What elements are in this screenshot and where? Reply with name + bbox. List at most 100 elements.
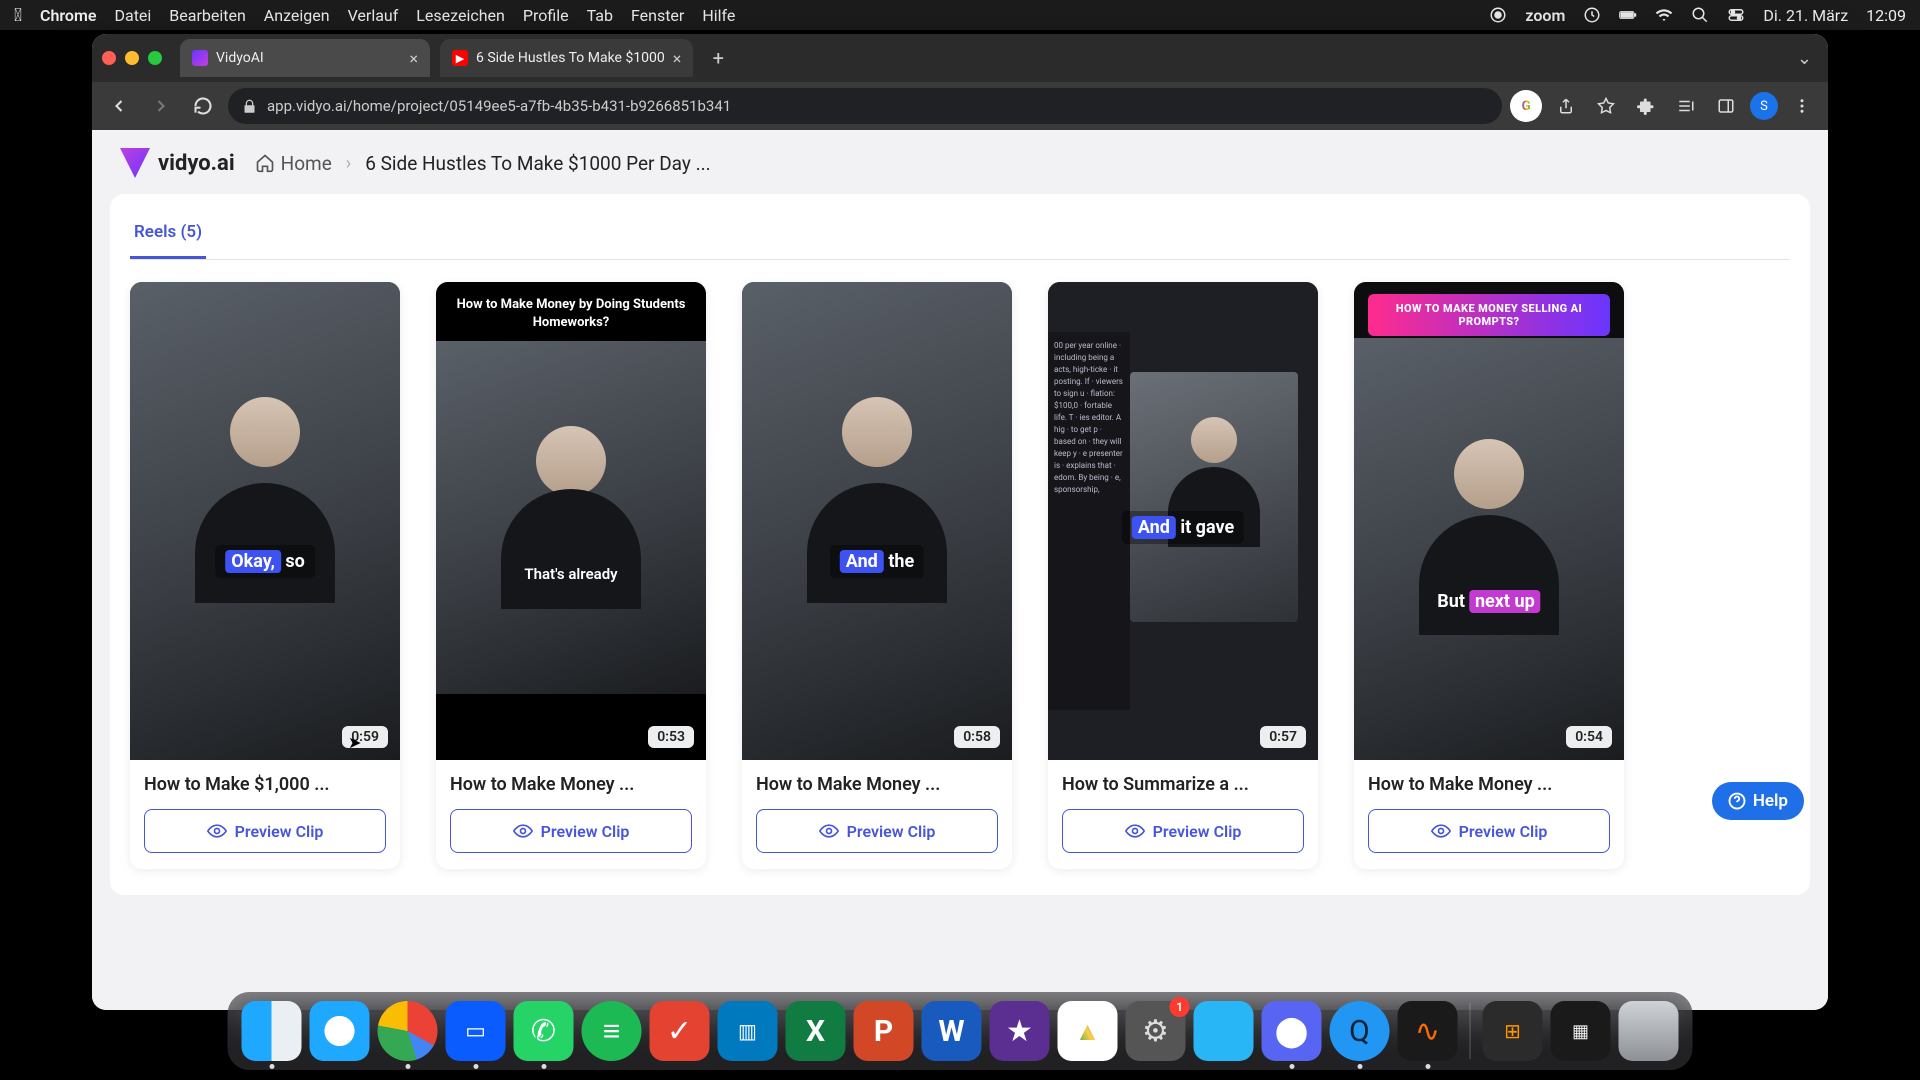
menubar-time[interactable]: 12:09	[1866, 6, 1906, 25]
dock-word[interactable]: W	[922, 1001, 982, 1061]
zoom-status-label[interactable]: zoom	[1525, 6, 1565, 25]
kebab-menu-icon[interactable]	[1786, 90, 1818, 122]
preview-clip-button[interactable]: Preview Clip	[1062, 809, 1304, 853]
menubar-item[interactable]: Tab	[587, 6, 613, 25]
address-bar[interactable]: app.vidyo.ai/home/project/05149ee5-a7fb-…	[228, 88, 1502, 124]
wifi-icon[interactable]	[1655, 6, 1673, 24]
profile-avatar[interactable]: S	[1750, 92, 1778, 120]
new-tab-button[interactable]: +	[703, 43, 733, 73]
caption-overlay: That's already	[514, 560, 627, 588]
app-logo[interactable]: vidyo.ai	[120, 148, 235, 178]
reload-button[interactable]	[186, 89, 220, 123]
reading-list-icon[interactable]	[1670, 90, 1702, 122]
clip-thumbnail[interactable]: HOW TO MAKE MONEY SELLING AI PROMPTS? Bu…	[1354, 282, 1624, 760]
caption-overlay: And it gave	[1122, 511, 1244, 544]
minimize-window-button[interactable]	[125, 51, 139, 65]
preview-clip-button[interactable]: Preview Clip	[144, 809, 386, 853]
menubar-item[interactable]: Verlauf	[348, 6, 399, 25]
help-icon	[1728, 792, 1746, 810]
extensions-icon[interactable]	[1630, 90, 1662, 122]
menubar-item[interactable]: Profile	[523, 6, 569, 25]
battery-icon[interactable]	[1619, 6, 1637, 24]
tab-close-icon[interactable]: ×	[673, 49, 682, 68]
tab-overflow-button[interactable]: ⌄	[1797, 48, 1812, 69]
chevron-right-icon: ›	[346, 153, 351, 174]
preview-label: Preview Clip	[1459, 822, 1548, 841]
menubar-item[interactable]: Hilfe	[702, 6, 735, 25]
google-account-icon[interactable]: G	[1510, 90, 1542, 122]
dock-mission-control[interactable]: ▦	[1551, 1001, 1611, 1061]
clip-title: How to Make Money ...	[1354, 760, 1624, 801]
breadcrumb-home[interactable]: Home	[255, 152, 332, 175]
menubar-date[interactable]: Di. 21. März	[1763, 6, 1848, 25]
browser-window: VidyoAI × ▶ 6 Side Hustles To Make $1000…	[92, 34, 1828, 1010]
dock-spotify[interactable]: ≡	[582, 1001, 642, 1061]
clip-title: How to Make $1,000 ...	[130, 760, 400, 801]
control-center-icon[interactable]	[1727, 6, 1745, 24]
clip-card: How to Make Money by Doing Students Home…	[436, 282, 706, 869]
dock-calculator[interactable]: ⊞	[1483, 1001, 1543, 1061]
dock-app-blue[interactable]	[1194, 1001, 1254, 1061]
tab-reels[interactable]: Reels (5)	[130, 214, 206, 259]
bookmark-icon[interactable]	[1590, 90, 1622, 122]
preview-label: Preview Clip	[235, 822, 324, 841]
panel-tabs: Reels (5)	[130, 214, 1790, 260]
menubar-item[interactable]: Fenster	[631, 6, 684, 25]
preview-clip-button[interactable]: Preview Clip	[1368, 809, 1610, 853]
logo-mark-icon	[120, 148, 150, 178]
help-label: Help	[1753, 791, 1788, 811]
dock-googledrive[interactable]: ▲	[1058, 1001, 1118, 1061]
cards-row: Okay, so 0:59 ➤ How to Make $1,000 ... P…	[130, 282, 1790, 869]
window-controls	[102, 51, 162, 65]
tab-close-icon[interactable]: ×	[409, 49, 418, 68]
dock-todoist[interactable]: ✓	[650, 1001, 710, 1061]
record-icon[interactable]	[1489, 6, 1507, 24]
caption-overlay: Okay, so	[215, 545, 315, 578]
preview-clip-button[interactable]: Preview Clip	[450, 809, 692, 853]
clip-thumbnail[interactable]: 00 per year online · including being a a…	[1048, 282, 1318, 760]
back-button[interactable]	[102, 89, 136, 123]
apple-menu-icon[interactable]: 	[14, 5, 22, 26]
dock-discord[interactable]: ⬤	[1262, 1001, 1322, 1061]
sidepanel-icon[interactable]	[1710, 90, 1742, 122]
dock-quicktime[interactable]: Q	[1330, 1001, 1390, 1061]
clip-card: 00 per year online · including being a a…	[1048, 282, 1318, 869]
dock-whatsapp[interactable]: ✆	[514, 1001, 574, 1061]
preview-clip-button[interactable]: Preview Clip	[756, 809, 998, 853]
dock-trash[interactable]	[1619, 1001, 1679, 1061]
eye-icon	[819, 821, 839, 841]
clip-thumbnail[interactable]: How to Make Money by Doing Students Home…	[436, 282, 706, 760]
forward-button[interactable]	[144, 89, 178, 123]
dock-settings[interactable]: ⚙1	[1126, 1001, 1186, 1061]
menubar-item[interactable]: Lesezeichen	[416, 6, 505, 25]
tab-favicon: ▶	[452, 50, 468, 66]
clip-thumbnail[interactable]: Okay, so 0:59 ➤	[130, 282, 400, 760]
logo-text: vidyo.ai	[158, 151, 235, 176]
dock-trello[interactable]: ▥	[718, 1001, 778, 1061]
close-window-button[interactable]	[102, 51, 116, 65]
clip-thumbnail[interactable]: And the 0:58	[742, 282, 1012, 760]
dock-excel[interactable]: X	[786, 1001, 846, 1061]
preview-label: Preview Clip	[1153, 822, 1242, 841]
search-icon[interactable]	[1691, 6, 1709, 24]
menubar-item[interactable]: Datei	[114, 6, 151, 25]
dock-chrome[interactable]	[378, 1001, 438, 1061]
menubar-item[interactable]: Bearbeiten	[169, 6, 246, 25]
dock-audio-app[interactable]: ∿	[1398, 1001, 1458, 1061]
menubar-app-name[interactable]: Chrome	[40, 6, 97, 25]
dock-finder[interactable]	[242, 1001, 302, 1061]
tab-favicon	[192, 50, 208, 66]
maximize-window-button[interactable]	[148, 51, 162, 65]
eye-icon	[1431, 821, 1451, 841]
share-icon[interactable]	[1550, 90, 1582, 122]
dock-imovie[interactable]: ★	[990, 1001, 1050, 1061]
loading-icon[interactable]	[1583, 6, 1601, 24]
dock-powerpoint[interactable]: P	[854, 1001, 914, 1061]
help-button[interactable]: Help	[1712, 782, 1804, 820]
menubar-item[interactable]: Anzeigen	[264, 6, 330, 25]
duration-badge: 0:57	[1260, 726, 1306, 748]
browser-tab[interactable]: ▶ 6 Side Hustles To Make $1000 ×	[440, 39, 693, 77]
dock-safari[interactable]	[310, 1001, 370, 1061]
dock-zoom[interactable]: ▭	[446, 1001, 506, 1061]
browser-tab[interactable]: VidyoAI ×	[180, 39, 430, 77]
